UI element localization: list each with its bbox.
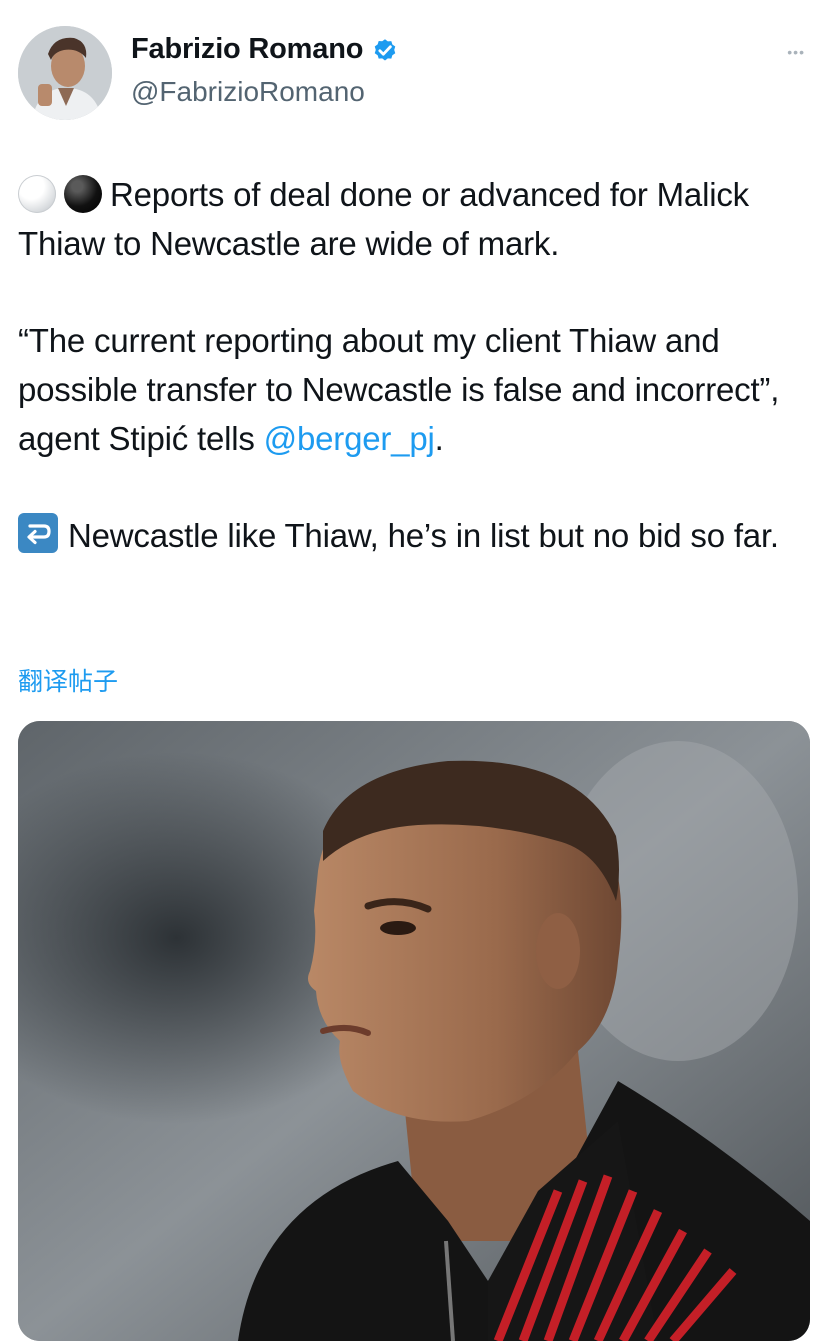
profile-photo-icon — [18, 26, 112, 120]
white-circle-emoji-icon — [18, 175, 56, 213]
black-circle-emoji-icon — [64, 175, 102, 213]
return-arrow-emoji-icon — [18, 513, 58, 553]
tweet-text: Reports of deal done or advanced for Mal… — [18, 170, 810, 608]
translate-post-link[interactable]: 翻译帖子 — [18, 662, 118, 698]
paragraph-1-text: Reports of deal done or advanced for Mal… — [18, 176, 749, 262]
mention-link[interactable]: @berger_pj — [264, 420, 435, 457]
more-options-icon[interactable]: ••• — [787, 44, 805, 60]
paragraph-2-end: . — [434, 420, 444, 457]
avatar[interactable] — [18, 26, 112, 120]
author-name-row: Fabrizio Romano — [131, 33, 399, 66]
tweet-paragraph-2: “The current reporting about my client T… — [18, 316, 810, 463]
tweet-media-image[interactable] — [18, 721, 810, 1341]
user-handle[interactable]: @FabrizioRomano — [131, 76, 365, 108]
player-photo-icon — [18, 721, 810, 1341]
tweet-header: Fabrizio Romano @FabrizioRomano ••• — [0, 0, 813, 130]
tweet-paragraph-1: Reports of deal done or advanced for Mal… — [18, 170, 810, 268]
verified-badge-icon — [374, 38, 396, 60]
display-name[interactable]: Fabrizio Romano — [131, 33, 363, 66]
paragraph-3-text: Newcastle like Thiaw, he’s in list but n… — [68, 517, 779, 554]
tweet-paragraph-3: Newcastle like Thiaw, he’s in list but n… — [18, 511, 810, 560]
